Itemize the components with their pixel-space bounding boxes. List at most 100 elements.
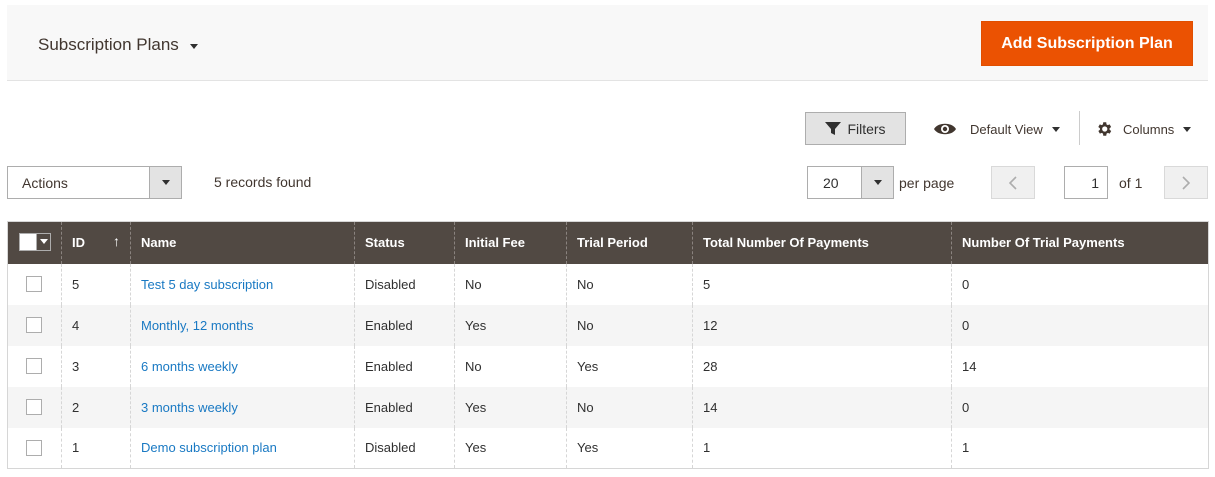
cell-status: Disabled (354, 427, 455, 469)
mass-select-control[interactable] (19, 232, 51, 251)
table-row[interactable]: 5 Test 5 day subscription Disabled No No… (7, 263, 1209, 305)
mass-select-checkbox[interactable] (20, 234, 36, 250)
sort-arrow-icon: ↑ (113, 233, 120, 250)
page-size-value: 20 (823, 174, 839, 191)
cell-id: 3 (61, 345, 131, 387)
funnel-icon (825, 121, 842, 135)
cell-status: Disabled (354, 263, 455, 305)
cell-initial-fee: Yes (454, 386, 567, 428)
row-checkbox-cell (7, 263, 62, 305)
plan-name-link[interactable]: Test 5 day subscription (141, 277, 273, 292)
cell-initial-fee: Yes (454, 304, 567, 346)
row-checkbox[interactable] (26, 399, 42, 416)
table-row[interactable]: 2 3 months weekly Enabled Yes No 14 0 (7, 386, 1209, 428)
row-checkbox-cell (7, 345, 62, 387)
cell-status: Enabled (354, 345, 455, 387)
actions-toggle[interactable] (149, 167, 181, 198)
column-header-id[interactable]: ID ↑ (61, 221, 131, 264)
previous-page-button[interactable] (991, 166, 1035, 199)
cell-name: Demo subscription plan (130, 427, 355, 469)
plan-name-link[interactable]: 6 months weekly (141, 359, 238, 374)
page-header: Subscription Plans Add Subscription Plan (7, 5, 1208, 81)
page-size-toggle[interactable] (861, 167, 893, 198)
column-header-trial-payments[interactable]: Number Of Trial Payments (951, 221, 1209, 264)
actions-label: Actions (22, 174, 68, 191)
filters-button[interactable]: Filters (805, 112, 906, 145)
caret-down-icon (189, 43, 198, 49)
store-switcher[interactable]: Subscription Plans (38, 35, 198, 55)
records-count: 5 records found (214, 174, 312, 190)
cell-status: Enabled (354, 304, 455, 346)
cell-total-payments: 14 (692, 386, 952, 428)
cell-trial-period: Yes (566, 427, 693, 469)
caret-down-icon (873, 180, 882, 185)
cell-trial-payments: 14 (951, 345, 1209, 387)
table-row[interactable]: 4 Monthly, 12 months Enabled Yes No 12 0 (7, 304, 1209, 346)
caret-down-icon (39, 239, 48, 245)
subscription-plans-grid: ID ↑ Name Status Initial Fee Trial Perio… (7, 221, 1209, 469)
add-subscription-plan-button[interactable]: Add Subscription Plan (981, 21, 1193, 66)
current-page-input[interactable] (1064, 166, 1108, 199)
caret-down-icon (1051, 126, 1060, 132)
cell-total-payments: 1 (692, 427, 952, 469)
cell-status: Enabled (354, 386, 455, 428)
row-checkbox[interactable] (26, 317, 42, 334)
cell-id: 5 (61, 263, 131, 305)
plan-name-link[interactable]: Monthly, 12 months (141, 318, 253, 333)
row-checkbox-cell (7, 427, 62, 469)
table-row[interactable]: 3 6 months weekly Enabled No Yes 28 14 (7, 345, 1209, 387)
cell-name: Monthly, 12 months (130, 304, 355, 346)
cell-trial-period: No (566, 386, 693, 428)
caret-down-icon (161, 180, 170, 185)
mass-select-toggle[interactable] (36, 233, 50, 250)
cell-total-payments: 12 (692, 304, 952, 346)
column-header-name[interactable]: Name (130, 221, 355, 264)
plan-name-link[interactable]: 3 months weekly (141, 400, 238, 415)
table-row[interactable]: 1 Demo subscription plan Disabled Yes Ye… (7, 427, 1209, 469)
default-view-label: Default View (970, 121, 1043, 137)
cell-trial-period: Yes (566, 345, 693, 387)
cell-id: 2 (61, 386, 131, 428)
cell-id: 4 (61, 304, 131, 346)
cell-initial-fee: Yes (454, 427, 567, 469)
eye-icon (934, 123, 956, 135)
cell-name: 6 months weekly (130, 345, 355, 387)
chevron-left-icon (1008, 175, 1017, 190)
column-header-status[interactable]: Status (354, 221, 455, 264)
columns-dropdown[interactable]: Columns (1095, 116, 1192, 142)
cell-trial-period: No (566, 263, 693, 305)
cell-trial-payments: 0 (951, 263, 1209, 305)
cell-initial-fee: No (454, 345, 567, 387)
switcher-label: Subscription Plans (38, 35, 179, 54)
cell-trial-payments: 1 (951, 427, 1209, 469)
toolbar-divider (1079, 111, 1080, 145)
cell-id: 1 (61, 427, 131, 469)
default-view-dropdown[interactable]: Default View (933, 116, 1060, 142)
per-page-label: per page (899, 175, 955, 191)
total-pages-label: of 1 (1119, 175, 1143, 191)
cell-name: 3 months weekly (130, 386, 355, 428)
row-checkbox[interactable] (26, 440, 42, 457)
cell-total-payments: 28 (692, 345, 952, 387)
actions-select[interactable]: Actions (7, 166, 182, 199)
cell-trial-period: No (566, 304, 693, 346)
cell-total-payments: 5 (692, 263, 952, 305)
row-checkbox[interactable] (26, 358, 42, 375)
page-size-select[interactable]: 20 (807, 166, 894, 199)
column-header-initial-fee[interactable]: Initial Fee (454, 221, 567, 264)
chevron-right-icon (1182, 175, 1191, 190)
plan-name-link[interactable]: Demo subscription plan (141, 440, 277, 455)
next-page-button[interactable] (1164, 166, 1208, 199)
gear-icon (1098, 122, 1112, 136)
column-header-trial-period[interactable]: Trial Period (566, 221, 693, 264)
row-checkbox-cell (7, 386, 62, 428)
row-checkbox[interactable] (26, 276, 42, 293)
column-header-total-payments[interactable]: Total Number Of Payments (692, 221, 952, 264)
cell-name: Test 5 day subscription (130, 263, 355, 305)
grid-header-row: ID ↑ Name Status Initial Fee Trial Perio… (7, 221, 1209, 264)
columns-label: Columns (1123, 121, 1175, 137)
caret-down-icon (1183, 126, 1192, 132)
filters-label: Filters (847, 120, 886, 137)
cell-initial-fee: No (454, 263, 567, 305)
row-checkbox-cell (7, 304, 62, 346)
